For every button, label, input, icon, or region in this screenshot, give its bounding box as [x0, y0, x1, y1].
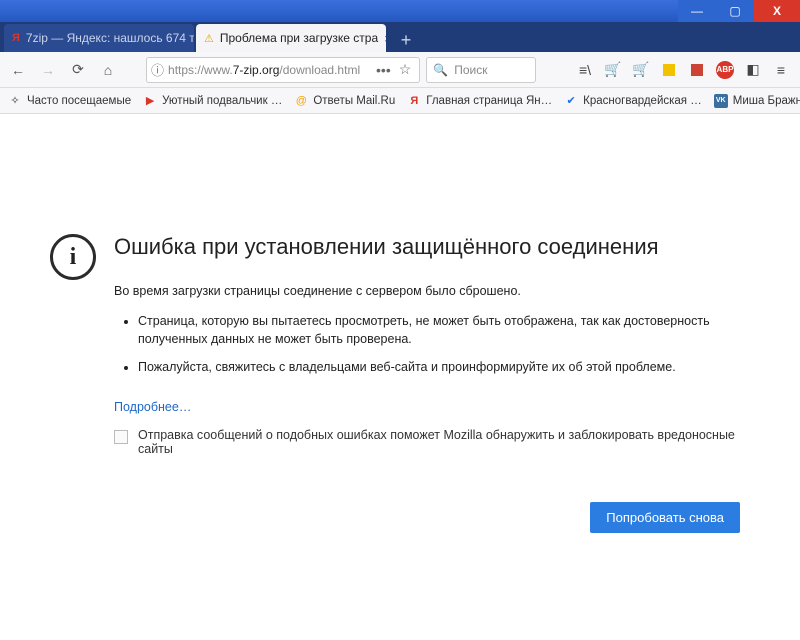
error-point: Страница, которую вы пытаетесь просмотре… [138, 312, 750, 348]
bookmark-youtube[interactable]: ▶ Уютный подвальчик … [143, 94, 282, 108]
check-icon: ✔ [564, 94, 578, 108]
tab-close-icon[interactable]: × [384, 31, 386, 46]
new-tab-button[interactable]: + [392, 28, 420, 52]
report-checkbox[interactable] [114, 430, 128, 444]
search-icon: 🔍 [433, 63, 448, 77]
cart-icon[interactable]: 🛒 [632, 61, 650, 79]
adblock-icon[interactable]: ABP [716, 61, 734, 79]
warning-icon: ⚠ [204, 31, 214, 45]
bookmark-label: Главная страница Ян… [426, 95, 552, 107]
report-label: Отправка сообщений о подобных ошибках по… [138, 428, 750, 456]
yandex-icon: Я [407, 94, 421, 108]
reload-button[interactable]: ⟳ [66, 58, 90, 82]
sidebar-icon[interactable]: ◧ [744, 61, 762, 79]
bookmark-mailru[interactable]: @ Ответы Mail.Ru [294, 94, 395, 108]
error-point: Пожалуйста, свяжитесь с владельцами веб-… [138, 358, 750, 376]
ext-red-icon[interactable] [688, 61, 706, 79]
bookmark-label: Красногвардейская … [583, 95, 702, 107]
tab-label: Проблема при загрузке стра [220, 31, 378, 45]
info-icon: i [50, 234, 96, 280]
bookmark-label: Миша Бражников [733, 95, 800, 107]
bookmark-vk[interactable]: VK Миша Бражников [714, 94, 800, 108]
url-text: https://www.7-zip.org/download.html [168, 63, 368, 77]
search-placeholder: Поиск [454, 63, 487, 77]
home-button[interactable]: ⌂ [96, 58, 120, 82]
tab-strip: Я 7zip — Яндекс: нашлось 674 т × ⚠ Пробл… [0, 22, 800, 52]
search-bar[interactable]: 🔍 Поиск [426, 57, 536, 83]
app-menu-button[interactable]: ≡ [772, 61, 790, 79]
error-title: Ошибка при установлении защищённого соед… [114, 234, 750, 260]
report-row: Отправка сообщений о подобных ошибках по… [114, 428, 750, 456]
window-minimize-button[interactable]: — [678, 0, 716, 22]
mailru-icon: @ [294, 94, 308, 108]
tab-favicon-icon: Я [12, 31, 20, 45]
toolbar-extensions: ≡\ 🛒 🛒 ABP ◧ ≡ [576, 61, 794, 79]
address-bar[interactable]: ⓘ https://www.7-zip.org/download.html ••… [146, 57, 420, 83]
error-page: i Ошибка при установлении защищённого со… [0, 114, 800, 533]
tab-error-page[interactable]: ⚠ Проблема при загрузке стра × [196, 24, 386, 52]
bookmarks-toolbar: ✧ Часто посещаемые ▶ Уютный подвальчик …… [0, 88, 800, 114]
ext-yellow-icon[interactable] [660, 61, 678, 79]
bookmark-krasn[interactable]: ✔ Красногвардейская … [564, 94, 702, 108]
youtube-icon: ▶ [143, 94, 157, 108]
bookmark-frequent[interactable]: ✧ Часто посещаемые [8, 94, 131, 108]
library-icon[interactable]: ≡\ [576, 61, 594, 79]
error-points: Страница, которую вы пытаетесь просмотре… [114, 312, 750, 376]
sparkle-icon: ✧ [8, 94, 22, 108]
bookmark-star-icon[interactable]: ☆ [399, 61, 412, 78]
window-maximize-button[interactable]: ▢ [716, 0, 754, 22]
bookmark-label: Ответы Mail.Ru [313, 95, 395, 107]
bookmark-label: Уютный подвальчик … [162, 95, 282, 107]
window-close-button[interactable]: X [754, 0, 800, 22]
bookmark-yandex[interactable]: Я Главная страница Ян… [407, 94, 552, 108]
cart-icon[interactable]: 🛒 [604, 61, 622, 79]
tab-label: 7zip — Яндекс: нашлось 674 т [26, 31, 194, 45]
back-button[interactable]: ← [6, 58, 30, 82]
site-info-icon[interactable]: ⓘ [151, 60, 164, 79]
page-actions-icon[interactable]: ••• [376, 62, 391, 78]
tab-yandex[interactable]: Я 7zip — Яндекс: нашлось 674 т × [4, 24, 194, 52]
learn-more-link[interactable]: Подробнее… [114, 400, 191, 414]
window-titlebar: — ▢ X [0, 0, 800, 22]
retry-button[interactable]: Попробовать снова [590, 502, 740, 533]
vk-icon: VK [714, 94, 728, 108]
forward-button[interactable]: → [36, 58, 60, 82]
nav-toolbar: ← → ⟳ ⌂ ⓘ https://www.7-zip.org/download… [0, 52, 800, 88]
bookmark-label: Часто посещаемые [27, 95, 131, 107]
error-lead: Во время загрузки страницы соединение с … [114, 284, 750, 298]
